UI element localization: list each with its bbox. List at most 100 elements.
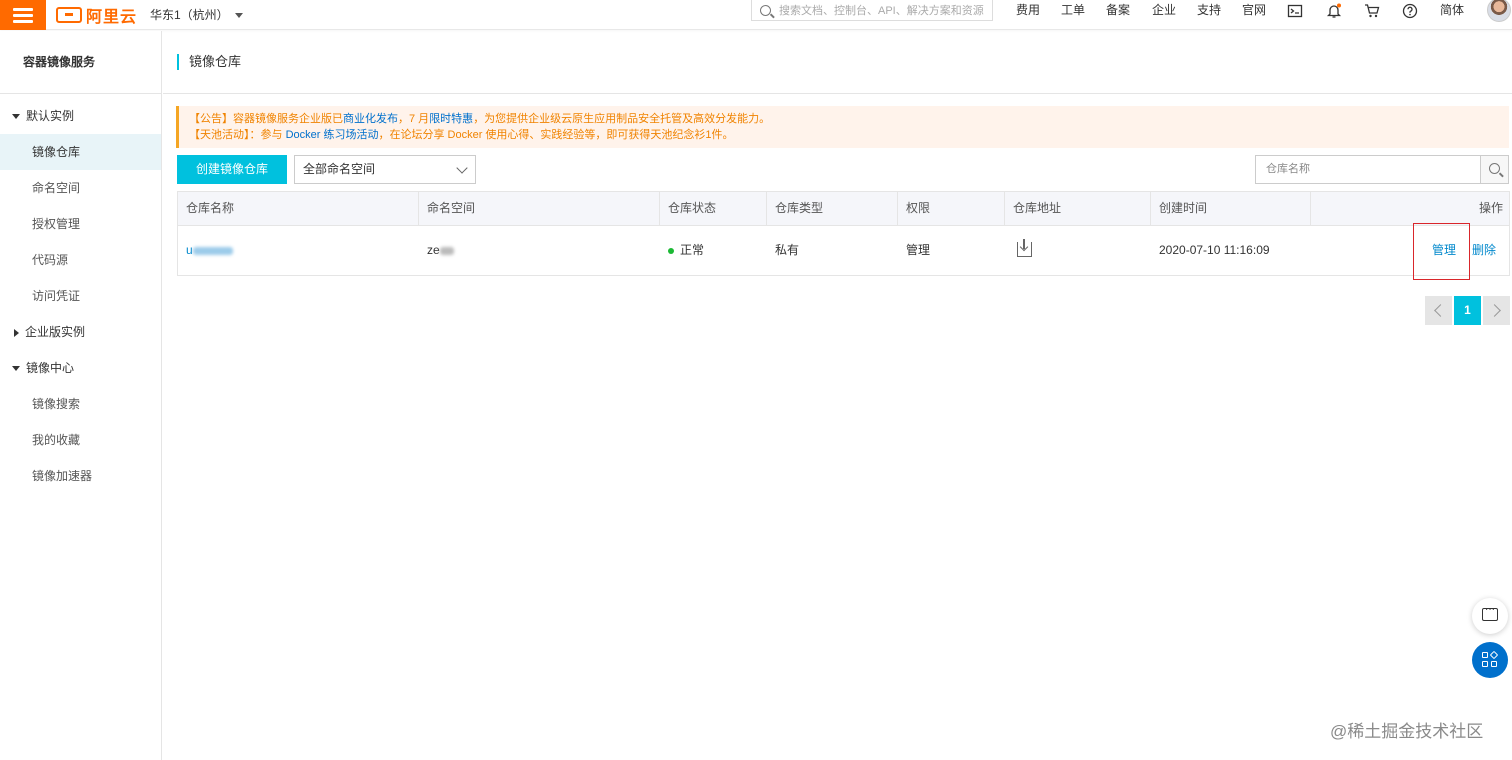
- sidebar-item-namespaces[interactable]: 命名空间: [0, 170, 161, 206]
- status-cell: 正常: [660, 226, 704, 275]
- sidebar-group-label: 镜像中心: [26, 361, 75, 375]
- nav-support[interactable]: 支持: [1197, 0, 1221, 30]
- region-selector[interactable]: 华东1（杭州）: [150, 0, 243, 30]
- sidebar-item-code-source[interactable]: 代码源: [0, 242, 161, 278]
- feedback-chat-button[interactable]: [1472, 598, 1508, 634]
- status-badge: 正常: [680, 243, 705, 257]
- column-header: 权限: [898, 192, 1005, 225]
- sidebar: 容器镜像服务 默认实例 镜像仓库 命名空间 授权管理 代码源 访问凭证 企业版实…: [0, 31, 162, 760]
- region-label: 华东1（杭州）: [150, 8, 229, 22]
- triangle-right-icon: [14, 328, 19, 337]
- table-header: 仓库名称 命名空间 仓库状态 仓库类型 权限 仓库地址 创建时间 操作: [177, 191, 1510, 226]
- table-row: u ze 正常 私有 管理 2020-07-10 11:16:09 管理 删除: [177, 223, 1510, 280]
- aliyun-logo-icon: [56, 7, 82, 23]
- repo-name-link[interactable]: u: [186, 243, 193, 257]
- caret-down-icon: [234, 13, 243, 19]
- sidebar-group-enterprise-instance[interactable]: 企业版实例: [0, 314, 161, 350]
- repository-table: 仓库名称 命名空间 仓库状态 仓库类型 权限 仓库地址 创建时间 操作 u ze…: [177, 191, 1510, 280]
- repository-search-input[interactable]: 仓库名称: [1255, 155, 1481, 184]
- chevron-left-icon: [1434, 304, 1447, 317]
- sidebar-item-repositories[interactable]: 镜像仓库: [0, 134, 161, 170]
- namespace-cell: ze: [419, 226, 454, 275]
- sidebar-item-accelerator[interactable]: 镜像加速器: [0, 458, 161, 494]
- breadcrumb-bar: 镜像仓库: [163, 31, 1512, 94]
- nav-enterprise[interactable]: 企业: [1152, 0, 1176, 30]
- top-bar: 阿里云 华东1（杭州） 搜索文档、控制台、API、解决方案和资源 费用 工单 备…: [0, 0, 1512, 30]
- manage-link[interactable]: 管理: [1424, 226, 1456, 275]
- column-header: 仓库类型: [767, 192, 898, 225]
- language-switch[interactable]: 简体: [1440, 0, 1464, 30]
- chevron-down-icon: [456, 162, 468, 174]
- search-icon: [760, 4, 771, 16]
- menu-icon[interactable]: [0, 0, 46, 30]
- repo-address-cell[interactable]: [1005, 226, 1045, 275]
- notice-text: 【公告】容器镜像服务企业版已: [189, 113, 343, 125]
- nav-official-site[interactable]: 官网: [1242, 0, 1266, 30]
- chat-icon: [1482, 604, 1498, 621]
- triangle-down-icon: [12, 114, 20, 120]
- sidebar-group-image-center[interactable]: 镜像中心: [0, 350, 161, 386]
- notice-link-release[interactable]: 商业化发布: [343, 113, 398, 125]
- announcement-banner: 【公告】容器镜像服务企业版已商业化发布，7 月限时特惠，为您提供企业级云原生应用…: [176, 106, 1509, 148]
- cart-icon[interactable]: [1364, 3, 1380, 19]
- apps-icon: [1482, 661, 1488, 667]
- create-repository-button[interactable]: 创建镜像仓库: [177, 155, 287, 184]
- pagination-prev-button[interactable]: [1425, 296, 1452, 325]
- notice-link-discount[interactable]: 限时特惠: [429, 113, 473, 125]
- sidebar-item-favorites[interactable]: 我的收藏: [0, 422, 161, 458]
- repository-search-button[interactable]: [1480, 155, 1509, 184]
- nav-billing[interactable]: 费用: [1016, 0, 1040, 30]
- sidebar-item-authorization[interactable]: 授权管理: [0, 206, 161, 242]
- triangle-down-icon: [12, 366, 20, 372]
- announcement-line-2: 【天池活动】：参与 Docker 练习场活动，在论坛分享 Docker 使用心得…: [189, 127, 1509, 143]
- user-avatar[interactable]: [1487, 0, 1511, 22]
- notice-link-docker-activity[interactable]: Docker 练习场活动: [286, 129, 379, 141]
- sidebar-title: 容器镜像服务: [0, 31, 161, 94]
- notice-text: ，为您提供企业级云原生应用制品安全托管及高效分发能力。: [473, 113, 771, 125]
- repo-name-cell[interactable]: u: [178, 226, 233, 275]
- delete-link[interactable]: 删除: [1464, 226, 1496, 275]
- download-icon[interactable]: [1017, 239, 1032, 257]
- column-header: 仓库状态: [660, 192, 767, 225]
- sidebar-group-label: 默认实例: [26, 109, 75, 123]
- main-content: 镜像仓库 【公告】容器镜像服务企业版已商业化发布，7 月限时特惠，为您提供企业级…: [163, 31, 1512, 760]
- apps-icon: [1482, 652, 1488, 658]
- help-icon[interactable]: [1402, 3, 1418, 19]
- search-icon: [1489, 163, 1500, 174]
- apps-button[interactable]: [1472, 642, 1508, 678]
- global-search-placeholder: 搜索文档、控制台、API、解决方案和资源: [779, 5, 984, 17]
- created-time-cell: 2020-07-10 11:16:09: [1159, 243, 1270, 257]
- sidebar-group-label: 企业版实例: [25, 325, 86, 339]
- brand-name: 阿里云: [86, 9, 138, 26]
- redacted-text: [439, 246, 454, 255]
- column-header: 创建时间: [1151, 192, 1311, 225]
- repo-type-cell: 私有: [775, 243, 800, 257]
- sidebar-item-credentials[interactable]: 访问凭证: [0, 278, 161, 314]
- column-header: 仓库名称: [178, 192, 419, 225]
- watermark: @稀土掘金技术社区: [1330, 722, 1484, 741]
- notice-text: ，在论坛分享 Docker 使用心得、实践经验等，即可获得天池纪念衫1件。: [378, 129, 734, 141]
- page-title: 镜像仓库: [177, 54, 241, 70]
- bell-icon[interactable]: [1326, 3, 1342, 19]
- apps-icon: [1491, 661, 1497, 667]
- pagination-next-button[interactable]: [1483, 296, 1510, 325]
- nav-ticket[interactable]: 工单: [1061, 0, 1085, 30]
- global-search-input[interactable]: 搜索文档、控制台、API、解决方案和资源: [751, 0, 993, 21]
- nav-icp[interactable]: 备案: [1106, 0, 1130, 30]
- apps-icon: [1489, 650, 1499, 660]
- notice-text: ，7 月: [398, 113, 430, 125]
- redacted-text: [192, 246, 233, 255]
- namespace-value: ze: [427, 243, 440, 257]
- namespace-select-value: 全部命名空间: [303, 162, 376, 176]
- pagination-current-page[interactable]: 1: [1454, 296, 1481, 325]
- namespace-select[interactable]: 全部命名空间: [294, 155, 476, 184]
- column-header: 操作: [1478, 201, 1503, 215]
- sidebar-item-image-search[interactable]: 镜像搜索: [0, 386, 161, 422]
- status-dot-icon: [668, 247, 674, 254]
- chevron-right-icon: [1488, 304, 1501, 317]
- announcement-line-1: 【公告】容器镜像服务企业版已商业化发布，7 月限时特惠，为您提供企业级云原生应用…: [189, 111, 1509, 127]
- terminal-icon[interactable]: [1287, 3, 1303, 19]
- aliyun-logo[interactable]: 阿里云: [56, 0, 137, 30]
- column-header: 仓库地址: [1005, 192, 1151, 225]
- sidebar-group-default-instance[interactable]: 默认实例: [0, 98, 161, 134]
